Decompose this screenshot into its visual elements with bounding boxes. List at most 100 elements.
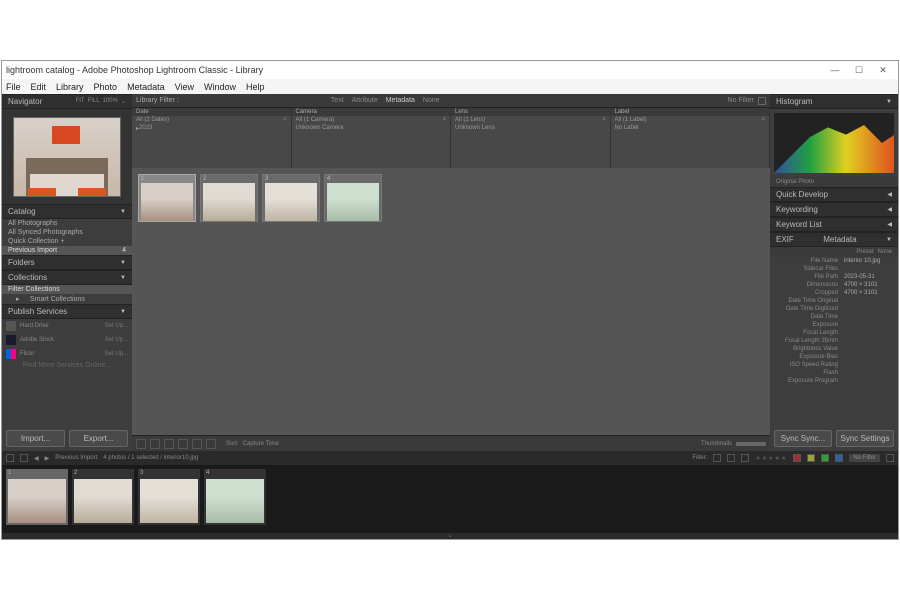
exif-dropdown[interactable]: EXIF <box>776 235 794 244</box>
nav-100[interactable]: 100% <box>103 98 118 105</box>
filter-switch-icon[interactable] <box>886 454 894 462</box>
collections-filter[interactable]: Filter Collections <box>2 285 132 294</box>
metacol-camera-header[interactable]: Camera <box>292 108 451 116</box>
compare-view-icon[interactable] <box>164 439 174 449</box>
catalog-synced[interactable]: All Synced Photographs <box>2 228 132 237</box>
folders-header[interactable]: Folders▼ <box>2 255 132 270</box>
menu-metadata[interactable]: Metadata <box>127 82 165 92</box>
catalog-all-photos[interactable]: All Photographs <box>2 219 132 228</box>
flag-unflag-icon[interactable] <box>727 454 735 462</box>
menu-window[interactable]: Window <box>204 82 236 92</box>
loupe-view-icon[interactable] <box>150 439 160 449</box>
filmstrip-thumb-2[interactable]: 2 <box>72 469 134 525</box>
metadata-field: Exposure <box>770 321 898 329</box>
metacol-label-header[interactable]: Label <box>611 108 770 116</box>
histogram-header[interactable]: Histogram ▼ <box>770 94 898 109</box>
keyword-list-header[interactable]: Keyword List ◀ <box>770 217 898 232</box>
metacol-camera-unknown[interactable]: Unknown Camera <box>292 124 451 132</box>
menu-library[interactable]: Library <box>56 82 84 92</box>
filmstrip-nofilter[interactable]: No Filter <box>849 454 880 462</box>
grid-thumb-1[interactable]: 1 <box>138 174 196 222</box>
filmstrip-thumb-4[interactable]: 4 <box>204 469 266 525</box>
menu-file[interactable]: File <box>6 82 21 92</box>
label-yellow[interactable] <box>807 454 815 462</box>
people-view-icon[interactable] <box>192 439 202 449</box>
navigator-preview[interactable] <box>2 109 132 204</box>
flag-pick-icon[interactable] <box>713 454 721 462</box>
metadata-header[interactable]: EXIFMetadata ▼ <box>770 232 898 247</box>
thumbnail-size-slider[interactable] <box>736 442 766 446</box>
grid-thumb-4[interactable]: 4 <box>324 174 382 222</box>
metacol-lens-all[interactable]: All (1 Lens)4 <box>451 116 610 124</box>
grid-view-icon[interactable] <box>136 439 146 449</box>
filmstrip-handle[interactable]: ▴ <box>2 533 898 539</box>
metacol-date-header[interactable]: Date <box>132 108 291 116</box>
import-button[interactable]: Import... <box>6 430 65 447</box>
window-title: lightroom catalog - Adobe Photoshop Ligh… <box>6 65 830 75</box>
metacol-label-none[interactable]: No Label <box>611 124 770 132</box>
sync-settings-button[interactable]: Sync Settings <box>836 430 894 447</box>
filter-lock-icon[interactable] <box>758 97 766 105</box>
label-red[interactable] <box>793 454 801 462</box>
filmstrip-breadcrumb[interactable]: Previous Import <box>55 455 97 461</box>
navigator-header[interactable]: Navigator FIT FILL 100% ⌄ <box>2 94 132 109</box>
secondary-display-icon[interactable] <box>6 454 14 462</box>
label-green[interactable] <box>821 454 829 462</box>
grid-thumb-3[interactable]: 3 <box>262 174 320 222</box>
nav-fwd-icon[interactable]: ▶ <box>45 455 50 462</box>
sync-button[interactable]: Sync Sync... <box>774 430 832 447</box>
metacol-lens-unknown[interactable]: Unknown Lens <box>451 124 610 132</box>
export-button[interactable]: Export... <box>69 430 128 447</box>
preset-value[interactable]: None <box>878 249 892 255</box>
nav-fit[interactable]: FIT <box>76 98 85 105</box>
maximize-button[interactable]: ☐ <box>854 65 864 76</box>
filter-tab-metadata[interactable]: Metadata <box>386 97 415 104</box>
catalog-previous-import[interactable]: Previous Import4 <box>2 246 132 255</box>
filter-tab-none[interactable]: None <box>423 97 440 104</box>
filmstrip-thumb-1[interactable]: 1 <box>6 469 68 525</box>
menubar: File Edit Library Photo Metadata View Wi… <box>2 79 898 94</box>
filter-tab-attribute[interactable]: Attribute <box>352 97 378 104</box>
menu-view[interactable]: View <box>175 82 194 92</box>
metacol-date-all[interactable]: All (2 Dates)4 <box>132 116 291 124</box>
publish-header[interactable]: Publish Services▼ <box>2 304 132 319</box>
catalog-header[interactable]: Catalog▼ <box>2 204 132 219</box>
keywording-header[interactable]: Keywording ◀ <box>770 202 898 217</box>
metadata-field: Focal Length <box>770 329 898 337</box>
painter-icon[interactable] <box>206 439 216 449</box>
menu-photo[interactable]: Photo <box>94 82 118 92</box>
filter-tab-text[interactable]: Text <box>331 97 344 104</box>
publish-find-more[interactable]: Find More Services Online... <box>2 361 132 370</box>
metadata-field: Exposure Bias <box>770 353 898 361</box>
grid-layout-icon[interactable] <box>20 454 28 462</box>
minimize-button[interactable]: — <box>830 65 840 76</box>
filter-preset[interactable]: No Filter <box>728 97 754 104</box>
menu-help[interactable]: Help <box>246 82 265 92</box>
flag-reject-icon[interactable] <box>741 454 749 462</box>
publish-adobestock[interactable]: Adobe StockSet Up... <box>2 333 132 347</box>
publish-flickr[interactable]: FlickrSet Up... <box>2 347 132 361</box>
metacol-label-all[interactable]: All (1 Label)4 <box>611 116 770 124</box>
sort-value[interactable]: Capture Time <box>243 441 279 447</box>
nav-zoom-menu[interactable]: ⌄ <box>121 98 126 105</box>
metacol-camera-all[interactable]: All (1 Camera)4 <box>292 116 451 124</box>
catalog-quick[interactable]: Quick Collection + <box>2 237 132 246</box>
filmstrip-thumb-3[interactable]: 3 <box>138 469 200 525</box>
menu-edit[interactable]: Edit <box>31 82 47 92</box>
publish-harddrive[interactable]: Hard DriveSet Up... <box>2 319 132 333</box>
filmstrip[interactable]: 1 2 3 4 <box>2 465 898 533</box>
collections-header[interactable]: Collections▼ <box>2 270 132 285</box>
survey-view-icon[interactable] <box>178 439 188 449</box>
histogram-display[interactable] <box>774 113 894 173</box>
metacol-date-2023[interactable]: ▸ 2023 <box>132 124 291 133</box>
grid-view[interactable]: 1 2 3 4 <box>132 168 770 435</box>
close-button[interactable]: ✕ <box>878 65 888 76</box>
label-blue[interactable] <box>835 454 843 462</box>
nav-back-icon[interactable]: ◀ <box>34 455 39 462</box>
rating-stars[interactable]: ★★★★★ <box>755 455 787 462</box>
quick-develop-header[interactable]: Quick Develop ◀ <box>770 187 898 202</box>
metacol-lens-header[interactable]: Lens <box>451 108 610 116</box>
nav-fill[interactable]: FILL <box>88 98 100 105</box>
grid-thumb-2[interactable]: 2 <box>200 174 258 222</box>
collections-smart[interactable]: ▸ 📁Smart Collections <box>2 294 132 304</box>
